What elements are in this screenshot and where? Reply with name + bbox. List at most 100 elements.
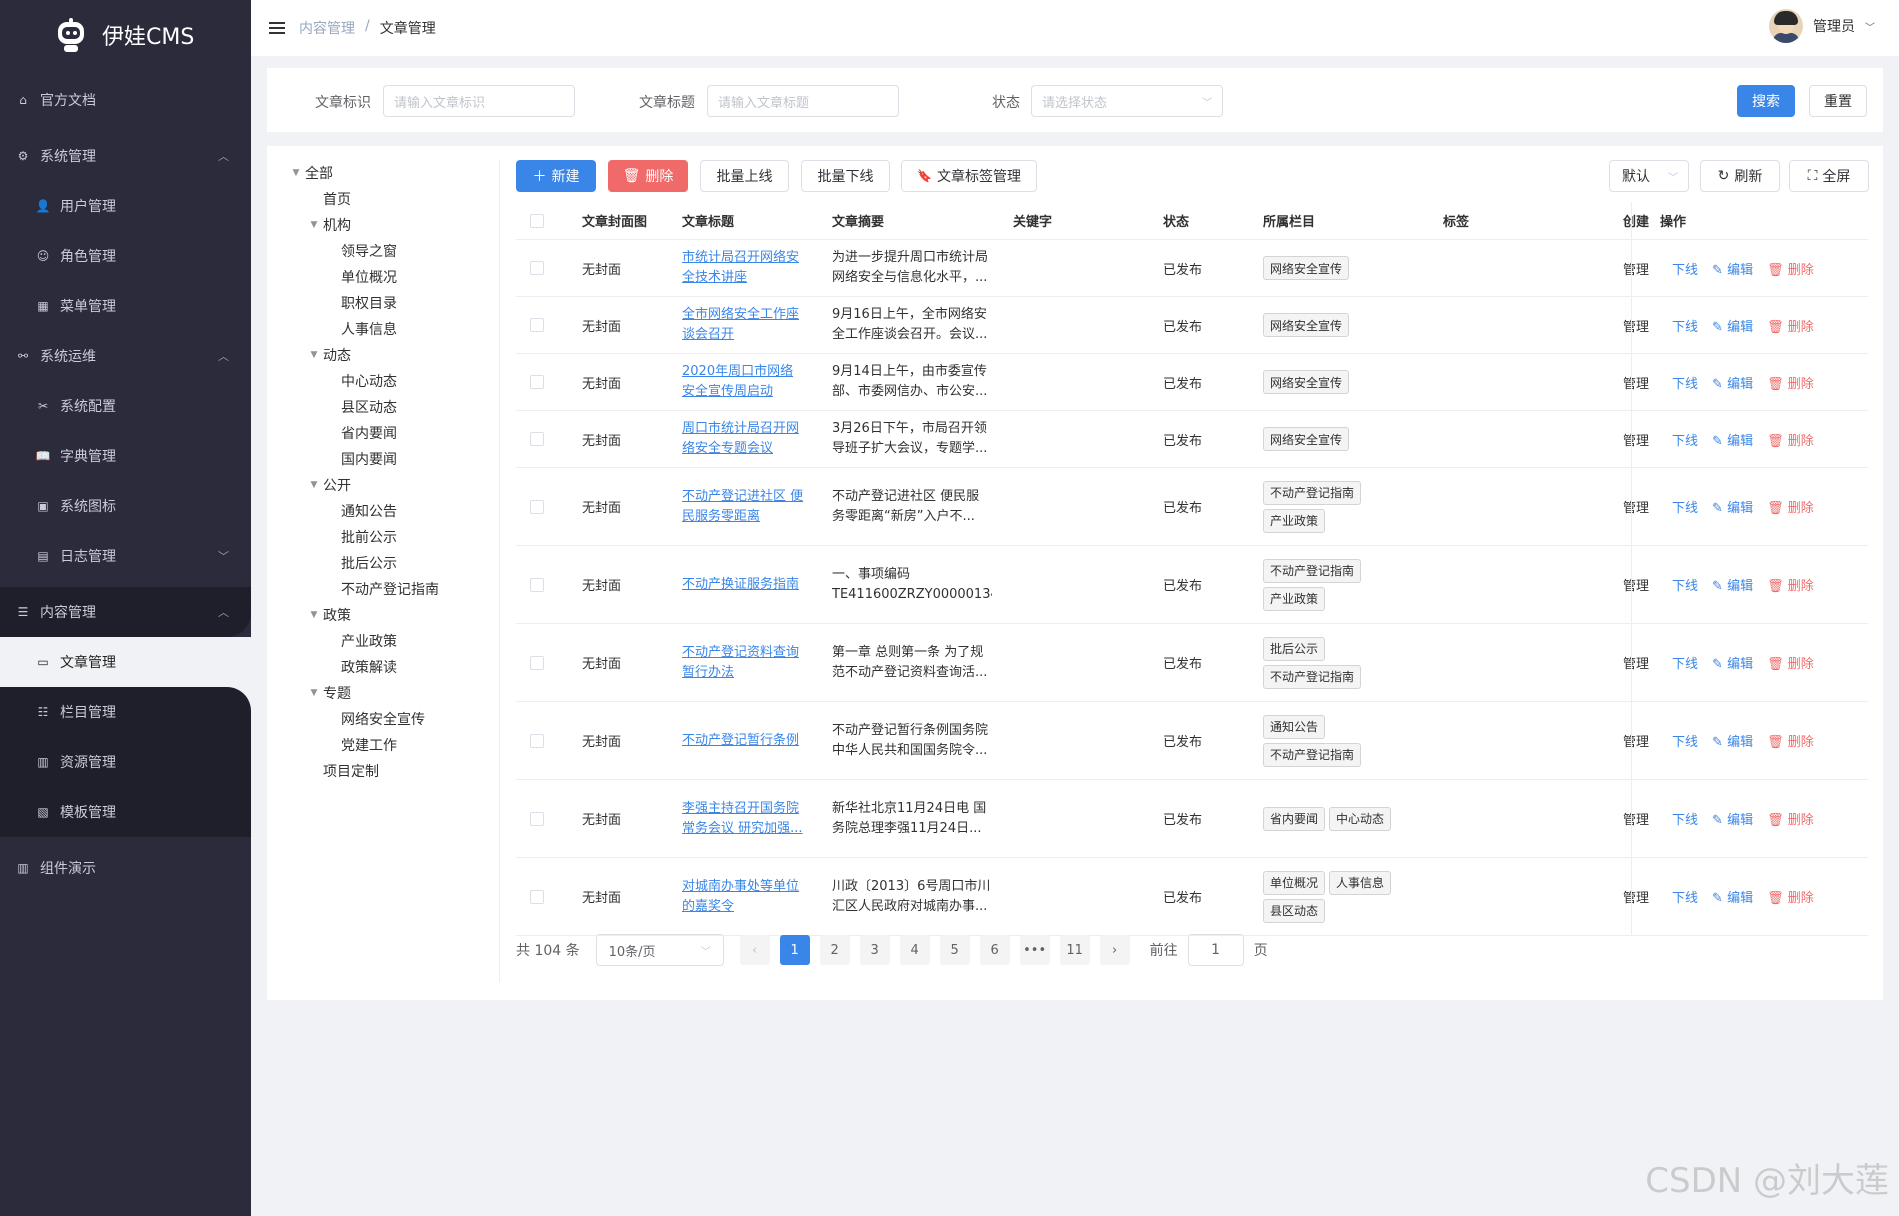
- sidebar-item-roles[interactable]: ☺ 角色管理: [0, 231, 251, 281]
- edit-action[interactable]: ✎ 编辑: [1712, 653, 1753, 672]
- prev-page-button[interactable]: ‹: [739, 935, 770, 965]
- menu-toggle-icon[interactable]: [269, 22, 285, 34]
- sidebar-item-users[interactable]: 👤 用户管理: [0, 181, 251, 231]
- article-title-link[interactable]: 全市网络安全工作座谈会召开: [682, 305, 804, 345]
- row-checkbox[interactable]: [530, 624, 544, 701]
- sidebar-item-content[interactable]: ☰ 内容管理 ︿: [0, 587, 251, 637]
- row-checkbox[interactable]: [530, 354, 544, 410]
- article-title-link[interactable]: 2020年周口市网络安全宣传周启动: [682, 362, 804, 402]
- edit-action[interactable]: ✎ 编辑: [1712, 575, 1753, 594]
- article-title-link[interactable]: 市统计局召开网络安全技术讲座: [682, 248, 804, 288]
- delete-action[interactable]: 🗑 删除: [1767, 316, 1814, 335]
- edit-action[interactable]: ✎ 编辑: [1712, 731, 1753, 750]
- sidebar-item-components[interactable]: ▥ 组件演示: [0, 843, 251, 893]
- edit-action[interactable]: ✎ 编辑: [1712, 497, 1753, 516]
- tree-node[interactable]: ▼ 全部: [287, 160, 497, 186]
- offline-action[interactable]: 下线: [1672, 575, 1698, 594]
- tree-node[interactable]: 项目定制: [287, 758, 497, 784]
- row-checkbox[interactable]: [530, 858, 544, 935]
- edit-action[interactable]: ✎ 编辑: [1712, 809, 1753, 828]
- sidebar-item-articles[interactable]: ▭ 文章管理: [0, 637, 251, 687]
- tree-node[interactable]: 人事信息: [287, 316, 497, 342]
- caret-down-icon[interactable]: ▼: [305, 610, 323, 620]
- caret-down-icon[interactable]: ▼: [287, 168, 305, 178]
- delete-action[interactable]: 🗑 删除: [1767, 259, 1814, 278]
- page-button[interactable]: 4: [899, 935, 930, 965]
- delete-action[interactable]: 🗑 删除: [1767, 731, 1814, 750]
- refresh-button[interactable]: ↻ 刷新: [1700, 160, 1780, 192]
- page-button[interactable]: 3: [859, 935, 890, 965]
- tree-node[interactable]: 县区动态: [287, 394, 497, 420]
- tree-node[interactable]: 职权目录: [287, 290, 497, 316]
- tree-node[interactable]: 批前公示: [287, 524, 497, 550]
- row-checkbox[interactable]: [530, 411, 544, 467]
- tree-node[interactable]: 产业政策: [287, 628, 497, 654]
- offline-action[interactable]: 下线: [1672, 809, 1698, 828]
- article-title-link[interactable]: 不动产登记资料查询暂行办法: [682, 643, 804, 683]
- sort-select[interactable]: 默认 ﹀: [1609, 160, 1689, 192]
- edit-action[interactable]: ✎ 编辑: [1712, 887, 1753, 906]
- tree-node[interactable]: 国内要闻: [287, 446, 497, 472]
- edit-action[interactable]: ✎ 编辑: [1712, 373, 1753, 392]
- tree-node[interactable]: 批后公示: [287, 550, 497, 576]
- tree-node[interactable]: 首页: [287, 186, 497, 212]
- delete-action[interactable]: 🗑 删除: [1767, 373, 1814, 392]
- offline-action[interactable]: 下线: [1672, 497, 1698, 516]
- offline-action[interactable]: 下线: [1672, 373, 1698, 392]
- sidebar-item-resources[interactable]: ▥ 资源管理: [0, 737, 251, 787]
- offline-action[interactable]: 下线: [1672, 653, 1698, 672]
- more-pages-button[interactable]: •••: [1019, 935, 1050, 965]
- article-title-link[interactable]: 周口市统计局召开网络安全专题会议: [682, 419, 804, 459]
- sidebar-item-menus[interactable]: ▦ 菜单管理: [0, 281, 251, 331]
- page-button[interactable]: 1: [779, 935, 810, 965]
- reset-button[interactable]: 重置: [1809, 85, 1867, 117]
- sidebar-item-icons[interactable]: ▣ 系统图标: [0, 481, 251, 531]
- new-button[interactable]: ＋ 新建: [516, 160, 596, 192]
- row-checkbox[interactable]: [530, 780, 544, 857]
- caret-down-icon[interactable]: ▼: [305, 220, 323, 230]
- caret-down-icon[interactable]: ▼: [305, 350, 323, 360]
- tree-node[interactable]: 政策解读: [287, 654, 497, 680]
- user-menu[interactable]: 管理员 ﹀: [1769, 9, 1875, 43]
- offline-action[interactable]: 下线: [1672, 259, 1698, 278]
- article-id-input[interactable]: 请输入文章标识: [383, 85, 575, 117]
- offline-action[interactable]: 下线: [1672, 731, 1698, 750]
- delete-action[interactable]: 🗑 删除: [1767, 809, 1814, 828]
- article-title-link[interactable]: 不动产登记进社区 便民服务零距离: [682, 487, 804, 527]
- select-all-checkbox[interactable]: [530, 202, 544, 239]
- sidebar-item-logs[interactable]: ▤ 日志管理 ﹀: [0, 531, 251, 581]
- offline-action[interactable]: 下线: [1672, 430, 1698, 449]
- tree-node[interactable]: ▼ 动态: [287, 342, 497, 368]
- article-title-link[interactable]: 不动产登记暂行条例: [682, 731, 804, 751]
- article-title-link[interactable]: 对城南办事处等单位的嘉奖令: [682, 877, 804, 917]
- page-button[interactable]: 2: [819, 935, 850, 965]
- row-checkbox[interactable]: [530, 546, 544, 623]
- page-button[interactable]: 11: [1059, 935, 1090, 965]
- search-button[interactable]: 搜索: [1737, 85, 1795, 117]
- delete-action[interactable]: 🗑 删除: [1767, 497, 1814, 516]
- tree-node[interactable]: 通知公告: [287, 498, 497, 524]
- row-checkbox[interactable]: [530, 297, 544, 353]
- edit-action[interactable]: ✎ 编辑: [1712, 316, 1753, 335]
- tree-node[interactable]: 党建工作: [287, 732, 497, 758]
- sidebar-item-columns[interactable]: ☷ 栏目管理: [0, 687, 251, 737]
- article-title-input[interactable]: 请输入文章标题: [707, 85, 899, 117]
- sidebar-item-docs[interactable]: ⌂ 官方文档: [0, 75, 251, 125]
- delete-action[interactable]: 🗑 删除: [1767, 653, 1814, 672]
- status-select[interactable]: 请选择状态 ﹀: [1031, 85, 1223, 117]
- delete-action[interactable]: 🗑 删除: [1767, 430, 1814, 449]
- sidebar-item-config[interactable]: ✂ 系统配置: [0, 381, 251, 431]
- tree-node[interactable]: ▼ 专题: [287, 680, 497, 706]
- edit-action[interactable]: ✎ 编辑: [1712, 430, 1753, 449]
- page-size-select[interactable]: 10条/页 ﹀: [595, 934, 724, 966]
- page-button[interactable]: 5: [939, 935, 970, 965]
- batch-offline-button[interactable]: 批量下线: [801, 160, 890, 192]
- tree-node[interactable]: 单位概况: [287, 264, 497, 290]
- fullscreen-button[interactable]: ⛶ 全屏: [1789, 160, 1869, 192]
- tree-node[interactable]: 中心动态: [287, 368, 497, 394]
- caret-down-icon[interactable]: ▼: [305, 480, 323, 490]
- sidebar-item-system[interactable]: ⚙ 系统管理 ︿: [0, 131, 251, 181]
- tree-node[interactable]: ▼ 机构: [287, 212, 497, 238]
- next-page-button[interactable]: ›: [1099, 935, 1130, 965]
- sidebar-item-dict[interactable]: 📖 字典管理: [0, 431, 251, 481]
